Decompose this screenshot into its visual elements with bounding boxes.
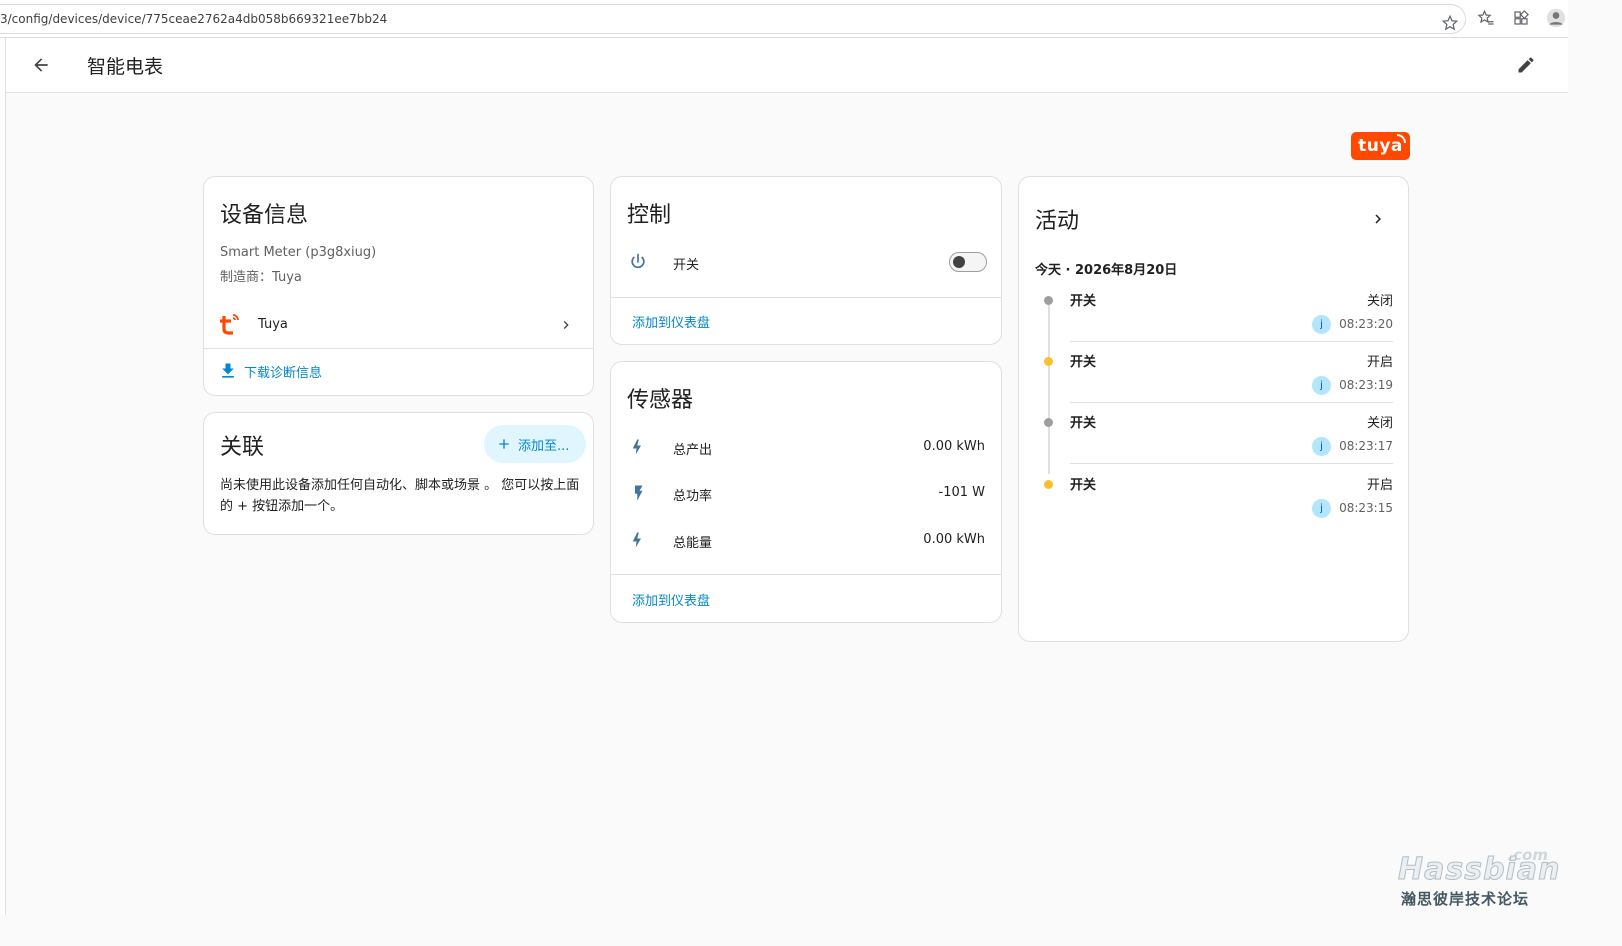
- address-bar[interactable]: 3/config/devices/device/775ceae2762a4db0…: [0, 4, 1466, 34]
- control-title: 控制: [627, 203, 672, 228]
- activity-state: 关闭: [1366, 416, 1393, 431]
- chevron-right-icon[interactable]: [1366, 207, 1390, 231]
- page-title: 智能电表: [87, 56, 164, 78]
- chevron-right-icon: [554, 313, 578, 337]
- add-to-label: 添加至...: [518, 438, 570, 454]
- download-diagnostics-button[interactable]: 下载诊断信息: [218, 360, 322, 382]
- edit-button[interactable]: [1514, 53, 1538, 77]
- sensor-label: 总产出: [673, 443, 713, 458]
- sensors-title: 传感器: [627, 388, 694, 413]
- activity-date: 今天 · 2026年8月20日: [1035, 263, 1178, 278]
- url-text[interactable]: 3/config/devices/device/775ceae2762a4db0…: [0, 12, 387, 26]
- device-model: Smart Meter (p3g8xiug): [220, 245, 377, 260]
- toggle-knob: [953, 256, 965, 268]
- divider: [611, 297, 1001, 298]
- device-info-title: 设备信息: [220, 203, 309, 228]
- device-info-card: 设备信息 Smart Meter (p3g8xiug) 制造商：Tuya Tuy…: [203, 176, 594, 396]
- favorites-icon[interactable]: [1476, 8, 1496, 28]
- page-header: 智能电表: [6, 38, 1568, 93]
- sensor-value: -101 W: [938, 485, 986, 500]
- add-to-dashboard-link[interactable]: 添加到仪表盘: [632, 590, 710, 609]
- extensions-icon[interactable]: [1511, 8, 1531, 28]
- sensor-row[interactable]: 总产出 0.00 kWh: [611, 432, 1001, 462]
- sensor-value: 0.00 kWh: [923, 532, 985, 547]
- sensors-card: 传感器 总产出 0.00 kWh 总功率 -101 W 总能量 0.00 kWh…: [610, 361, 1002, 623]
- arrow-left-icon: [34, 58, 48, 72]
- user-avatar: j: [1312, 499, 1331, 518]
- tuya-icon: [218, 312, 242, 336]
- device-manufacturer: 制造商：Tuya: [220, 270, 302, 285]
- activity-time: 08:23:17: [1339, 439, 1393, 453]
- power-icon: [626, 250, 650, 274]
- hassbian-watermark: .com Hassbian 瀚思彼岸技术论坛: [1396, 846, 1559, 910]
- wifi-arc-icon: [1397, 134, 1406, 143]
- add-to-button[interactable]: 添加至...: [484, 425, 586, 463]
- integration-row[interactable]: Tuya: [204, 307, 593, 347]
- divider: [1070, 402, 1393, 403]
- activity-entity: 开关: [1070, 355, 1097, 370]
- activity-entity: 开关: [1070, 416, 1097, 431]
- sensor-value: 0.00 kWh: [923, 439, 985, 454]
- control-card: 控制 开关 添加到仪表盘: [610, 176, 1002, 345]
- related-title: 关联: [220, 435, 265, 460]
- switch-toggle[interactable]: [949, 252, 987, 272]
- divider: [1070, 341, 1393, 342]
- activity-entry[interactable]: 开关 开启 j 08:23:15: [1035, 469, 1393, 530]
- flash-icon: [626, 481, 650, 505]
- lightning-bolt-icon: [626, 528, 650, 552]
- related-description: 尚未使用此设备添加任何自动化、脚本或场景 。 您可以按上面的 + 按钮添加一个。: [220, 478, 580, 514]
- activity-time: 08:23:20: [1339, 317, 1393, 331]
- profile-avatar-icon[interactable]: [1546, 8, 1566, 28]
- activity-entry[interactable]: 开关 关闭 j 08:23:17: [1035, 407, 1393, 468]
- back-button[interactable]: [28, 52, 54, 78]
- activity-entry[interactable]: 开关 关闭 j 08:23:20: [1035, 285, 1393, 346]
- download-diagnostics-label: 下载诊断信息: [244, 365, 323, 381]
- add-to-dashboard-link[interactable]: 添加到仪表盘: [632, 312, 710, 331]
- sidebar-edge: [0, 38, 6, 915]
- state-dot: [1044, 480, 1053, 489]
- activity-state: 开启: [1366, 478, 1393, 493]
- user-avatar: j: [1312, 437, 1331, 456]
- lightning-bolt-icon: [626, 435, 650, 459]
- activity-entry[interactable]: 开关 开启 j 08:23:19: [1035, 346, 1393, 407]
- bookmark-star-icon[interactable]: [1440, 13, 1460, 33]
- plus-icon: [499, 439, 509, 449]
- sensor-label: 总能量: [673, 536, 713, 551]
- activity-entity: 开关: [1070, 478, 1097, 493]
- state-dot: [1044, 357, 1053, 366]
- activity-title: 活动: [1035, 209, 1080, 234]
- watermark-sub: 瀚思彼岸技术论坛: [1401, 890, 1530, 908]
- state-dot: [1044, 296, 1053, 305]
- activity-card: 活动 今天 · 2026年8月20日 开关 关闭 j 08:23:20 开关 开…: [1018, 176, 1409, 642]
- divider: [611, 574, 1001, 575]
- activity-time: 08:23:15: [1339, 501, 1393, 515]
- activity-state: 关闭: [1366, 294, 1393, 309]
- download-icon: [222, 363, 234, 378]
- switch-label[interactable]: 开关: [673, 254, 699, 273]
- activity-entity: 开关: [1070, 294, 1097, 309]
- activity-time: 08:23:19: [1339, 378, 1393, 392]
- sensor-label: 总功率: [673, 489, 713, 504]
- state-dot: [1044, 418, 1053, 427]
- browser-toolbar: 3/config/devices/device/775ceae2762a4db0…: [0, 0, 1568, 38]
- divider: [204, 348, 593, 349]
- tuya-logo: tuya: [1351, 132, 1410, 160]
- related-card: 关联 添加至... 尚未使用此设备添加任何自动化、脚本或场景 。 您可以按上面的…: [203, 412, 594, 535]
- divider: [1070, 463, 1393, 464]
- sensor-row[interactable]: 总功率 -101 W: [611, 478, 1001, 508]
- user-avatar: j: [1312, 315, 1331, 334]
- integration-name: Tuya: [258, 317, 288, 332]
- user-avatar: j: [1312, 376, 1331, 395]
- pencil-icon: [1518, 57, 1534, 73]
- watermark-main: Hassbian: [1397, 852, 1561, 888]
- activity-state: 开启: [1366, 355, 1393, 370]
- sensor-row[interactable]: 总能量 0.00 kWh: [611, 525, 1001, 555]
